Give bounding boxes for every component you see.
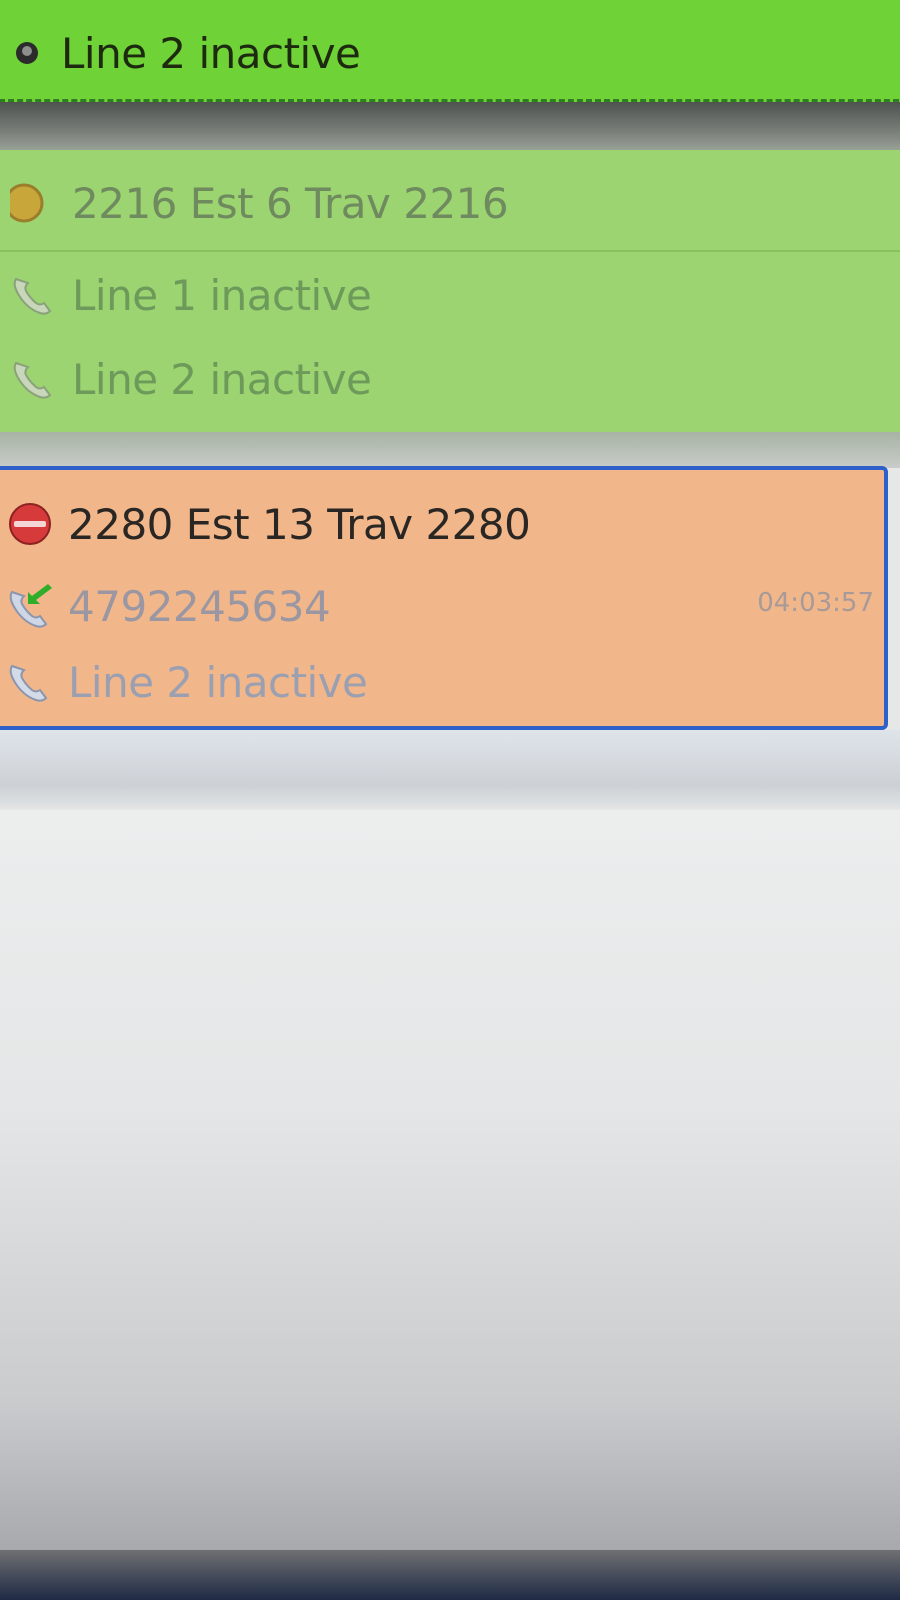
line-2-label: Line 2 inactive xyxy=(61,28,361,78)
line-1-row[interactable]: Line 1 inactive xyxy=(0,250,900,338)
busy-status-icon xyxy=(9,503,51,545)
screen-bezel xyxy=(0,1550,900,1600)
phone-icon xyxy=(16,42,38,64)
line-2-row[interactable]: Line 2 inactive xyxy=(0,23,361,83)
idle-status-icon xyxy=(10,183,44,223)
line-1-label: Line 1 inactive xyxy=(72,270,372,320)
extension-title: 2216 Est 6 Trav 2216 xyxy=(72,178,509,228)
card-separator xyxy=(0,102,900,152)
card-separator xyxy=(0,432,900,468)
line-2-row[interactable]: Line 2 inactive xyxy=(0,336,372,422)
list-divider xyxy=(0,730,900,810)
phone-icon xyxy=(13,277,52,315)
phone-icon xyxy=(13,361,52,399)
line-2-label: Line 2 inactive xyxy=(72,354,372,404)
call-number: 4792245634 xyxy=(68,581,331,631)
active-call-row[interactable]: 4792245634 xyxy=(0,566,884,646)
phone-icon xyxy=(9,664,48,702)
empty-list-area xyxy=(0,810,900,1550)
line-2-label: Line 2 inactive xyxy=(68,657,368,707)
extension-card-2216[interactable]: 2216 Est 6 Trav 2216 Line 1 inactive Lin… xyxy=(0,150,900,432)
extension-title: 2280 Est 13 Trav 2280 xyxy=(68,499,531,549)
extension-title-row[interactable]: 2216 Est 6 Trav 2216 xyxy=(0,160,509,246)
incoming-call-icon xyxy=(9,584,52,628)
extension-title-row[interactable]: 2280 Est 13 Trav 2280 xyxy=(0,484,884,564)
extension-card-2280[interactable]: 2280 Est 13 Trav 2280 4792245634 04:03:5… xyxy=(0,466,888,730)
extension-card-selected[interactable]: Line 2 inactive xyxy=(0,0,900,102)
call-timer: 04:03:57 xyxy=(757,588,874,618)
line-2-row[interactable]: Line 2 inactive xyxy=(0,642,884,722)
